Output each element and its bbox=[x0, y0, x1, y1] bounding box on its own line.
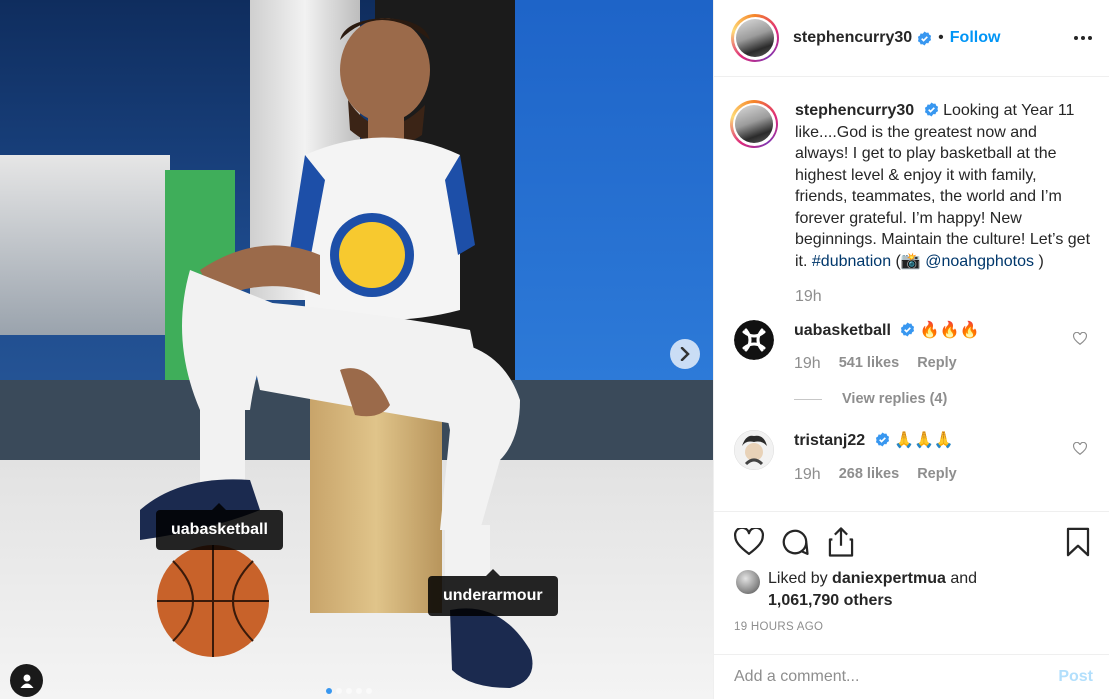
hashtag-link[interactable]: #dubnation bbox=[812, 253, 891, 270]
comments-list: stephencurry30 Looking at Year 11 like..… bbox=[714, 78, 1109, 511]
action-bar bbox=[734, 526, 1093, 558]
user-icon bbox=[20, 674, 33, 688]
reply-button[interactable]: Reply bbox=[917, 464, 957, 486]
post-header: stephencurry30 • Follow bbox=[714, 0, 1109, 77]
liker-username[interactable]: daniexpertmua bbox=[832, 570, 946, 587]
carousel-dot bbox=[346, 688, 352, 694]
verified-badge-icon bbox=[901, 321, 915, 337]
caption-text-block: stephencurry30 Looking at Year 11 like..… bbox=[795, 100, 1093, 272]
replies-divider bbox=[794, 398, 822, 400]
comment-likes[interactable]: 268 likes bbox=[839, 464, 899, 486]
more-horizontal-icon bbox=[1074, 36, 1092, 40]
author-username[interactable]: stephencurry30 bbox=[793, 29, 912, 47]
caption-time[interactable]: 19h bbox=[795, 286, 822, 308]
caption-avatar[interactable] bbox=[730, 100, 778, 148]
underarmour-logo-avatar[interactable] bbox=[734, 319, 774, 360]
likes-count[interactable]: 1,061,790 others bbox=[768, 592, 893, 609]
verified-badge-icon bbox=[918, 30, 932, 46]
save-bookmark-icon[interactable] bbox=[1065, 527, 1091, 557]
next-image-button[interactable] bbox=[670, 339, 700, 369]
likes-summary: Liked by daniexpertmua and 1,061,790 oth… bbox=[734, 568, 1093, 612]
likes-prefix: Liked by bbox=[768, 570, 828, 587]
chevron-right-icon bbox=[680, 347, 690, 361]
comment-item: tristanj22 🙏🙏🙏 19h 268 likes Reply bbox=[730, 430, 1093, 485]
comment-time[interactable]: 19h bbox=[794, 353, 821, 375]
header-separator: • bbox=[938, 29, 944, 46]
caption-username[interactable]: stephencurry30 bbox=[795, 102, 914, 119]
comment-time[interactable]: 19h bbox=[794, 464, 821, 486]
photo-tag[interactable]: underarmour bbox=[428, 569, 558, 616]
post-photo[interactable]: uabasketball underarmour bbox=[0, 0, 713, 699]
mention-link[interactable]: @noahgphotos bbox=[925, 253, 1034, 270]
caption: stephencurry30 Looking at Year 11 like..… bbox=[730, 100, 1093, 308]
author-meta: stephencurry30 • Follow bbox=[793, 29, 1071, 47]
post-side-panel: stephencurry30 • Follow stephencurry30 L… bbox=[713, 0, 1109, 699]
add-comment-bar: Post bbox=[714, 654, 1109, 699]
commenter-avatar[interactable] bbox=[734, 430, 774, 470]
comment-likes[interactable]: 541 likes bbox=[839, 353, 899, 375]
post-timestamp[interactable]: 19 HOURS AGO bbox=[734, 621, 1093, 633]
comment-bubble-icon[interactable] bbox=[780, 527, 810, 557]
carousel-dot bbox=[336, 688, 342, 694]
liker-avatar[interactable] bbox=[736, 570, 760, 594]
like-heart-icon[interactable] bbox=[734, 528, 764, 556]
comment-username[interactable]: tristanj22 bbox=[794, 432, 865, 449]
user-tags-button[interactable] bbox=[10, 664, 43, 697]
post-actions: Liked by daniexpertmua and 1,061,790 oth… bbox=[714, 511, 1109, 633]
verified-badge-icon bbox=[924, 102, 938, 117]
more-options-button[interactable] bbox=[1071, 35, 1093, 41]
comment-text: 🙏🙏🙏 bbox=[894, 432, 954, 449]
basketball bbox=[157, 545, 269, 657]
view-replies-button[interactable]: View replies (4) bbox=[794, 389, 980, 411]
comment-item: uabasketball 🔥🔥🔥 19h 541 likes Reply Vie… bbox=[730, 319, 1093, 411]
carousel-dot bbox=[356, 688, 362, 694]
caption-credit-open: (📸 bbox=[895, 252, 921, 270]
reply-button[interactable]: Reply bbox=[917, 353, 957, 375]
comment-input[interactable] bbox=[734, 668, 1059, 686]
carousel-indicator bbox=[326, 688, 372, 694]
carousel-dot bbox=[366, 688, 372, 694]
comment-like-heart-icon[interactable] bbox=[1073, 442, 1087, 456]
author-avatar[interactable] bbox=[731, 14, 779, 62]
follow-button[interactable]: Follow bbox=[950, 29, 1001, 47]
verified-badge-icon bbox=[875, 432, 889, 447]
photo-tag[interactable]: uabasketball bbox=[156, 503, 283, 550]
share-upload-icon[interactable] bbox=[826, 526, 856, 558]
view-replies-label: View replies (4) bbox=[842, 390, 948, 407]
caption-text: Looking at Year 11 like....God is the gr… bbox=[795, 102, 1091, 270]
comment-text: 🔥🔥🔥 bbox=[919, 321, 980, 339]
likes-and: and bbox=[950, 570, 978, 587]
comment-like-heart-icon[interactable] bbox=[1073, 331, 1087, 346]
comment-username[interactable]: uabasketball bbox=[794, 322, 891, 339]
caption-credit-close: ) bbox=[1038, 252, 1044, 270]
carousel-dot bbox=[326, 688, 332, 694]
post-comment-button[interactable]: Post bbox=[1058, 668, 1093, 686]
